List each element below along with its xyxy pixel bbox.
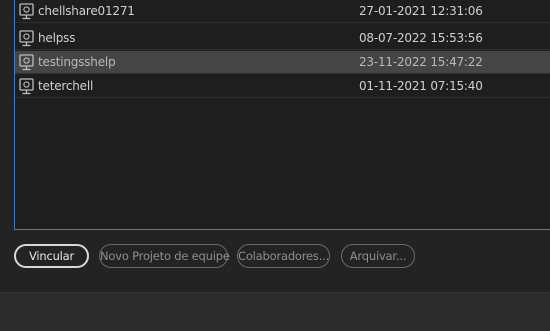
collaborators-button[interactable]: Colaboradores...	[237, 244, 330, 268]
team-project-icon	[19, 54, 34, 71]
project-date: 01-11-2021 07:15:40	[359, 79, 483, 93]
project-row-selected[interactable]: testingsshelp 23-11-2022 15:47:22	[15, 51, 550, 74]
project-date: 23-11-2022 15:47:22	[359, 55, 483, 69]
team-projects-dialog: chellshare01271 27-01-2021 12:31:06 help…	[0, 0, 550, 292]
project-list[interactable]: chellshare01271 27-01-2021 12:31:06 help…	[14, 0, 550, 230]
project-name: testingsshelp	[38, 55, 116, 69]
project-name: helpss	[38, 31, 76, 45]
project-date: 08-07-2022 15:53:56	[359, 31, 483, 45]
project-name: teterchell	[38, 79, 94, 93]
project-row[interactable]: teterchell 01-11-2021 07:15:40	[15, 75, 550, 98]
link-button[interactable]: Vincular	[14, 244, 89, 268]
archive-button[interactable]: Arquivar...	[341, 244, 415, 268]
project-row[interactable]: chellshare01271 27-01-2021 12:31:06	[15, 0, 550, 23]
dialog-footer	[0, 292, 550, 331]
team-project-icon	[19, 3, 34, 20]
project-row[interactable]: helpss 08-07-2022 15:53:56	[15, 27, 550, 50]
team-project-icon	[19, 78, 34, 95]
project-name: chellshare01271	[38, 4, 135, 18]
project-date: 27-01-2021 12:31:06	[359, 4, 483, 18]
team-project-icon	[19, 30, 34, 47]
new-team-project-button[interactable]: Novo Projeto de equipe	[99, 244, 230, 268]
